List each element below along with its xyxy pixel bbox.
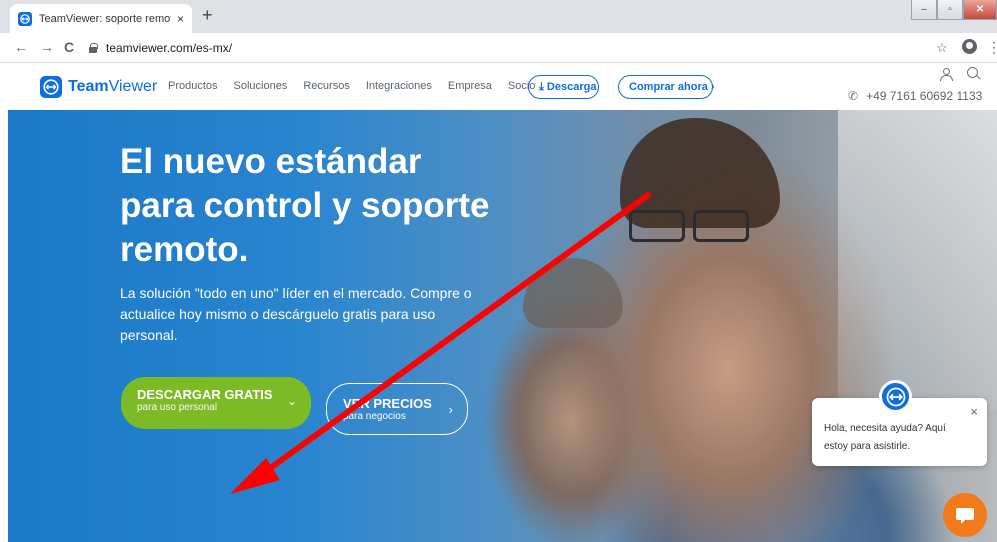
chat-avatar-icon: [879, 380, 912, 413]
hero-subtitle: La solución "todo en uno" líder en el me…: [120, 285, 472, 343]
chat-icon: [956, 508, 974, 524]
download-free-title: DESCARGAR GRATIS: [137, 387, 273, 402]
download-free-button[interactable]: DESCARGAR GRATIS para uso personal ⌄: [121, 377, 311, 429]
tv-logo-icon: [40, 76, 62, 98]
phone-number: +49 7161 60692 1133: [866, 89, 983, 103]
logo-text: TeamViewer: [68, 78, 158, 95]
reload-button[interactable]: C: [64, 39, 74, 55]
tab-title: TeamViewer: soporte remoto, ac: [39, 12, 171, 25]
site-header: TeamViewer Productos Soluciones Recursos…: [0, 63, 997, 110]
nav-empresa[interactable]: Empresa: [448, 80, 492, 92]
nav-recursos[interactable]: Recursos: [303, 80, 349, 92]
browser-menu-icon[interactable]: ⋮: [987, 39, 997, 56]
maximize-button[interactable]: ▫: [937, 0, 963, 20]
main-nav: Productos Soluciones Recursos Integracio…: [168, 80, 551, 92]
chat-launcher-button[interactable]: [943, 493, 987, 537]
nav-soluciones[interactable]: Soluciones: [234, 80, 288, 92]
download-button[interactable]: ⤓ Descarga: [528, 75, 599, 99]
browser-tab-bar: TeamViewer: soporte remoto, ac × + – ▫ ✕: [0, 0, 997, 33]
tv-logo-icon: [18, 11, 32, 26]
window-controls: – ▫ ✕: [911, 0, 997, 20]
hero-background-window: [838, 110, 997, 410]
forward-button[interactable]: →: [40, 39, 54, 55]
tab-close-icon[interactable]: ×: [177, 12, 184, 26]
user-icon[interactable]: [940, 68, 953, 81]
close-icon[interactable]: ×: [970, 404, 978, 419]
browser-address-bar: ← → C teamviewer.com/es-mx/ ☆ ⋮: [0, 33, 997, 63]
minimize-button[interactable]: –: [911, 0, 937, 20]
lock-icon: [88, 43, 98, 53]
nav-integraciones[interactable]: Integraciones: [366, 80, 432, 92]
chevron-right-icon: ›: [448, 402, 453, 417]
hero-photo-person-background: [523, 258, 623, 328]
nav-productos[interactable]: Productos: [168, 80, 218, 92]
hero-title: El nuevo estándar para control y soporte…: [120, 142, 490, 269]
new-tab-button[interactable]: +: [202, 5, 213, 26]
buy-now-button[interactable]: Comprar ahora ›: [618, 75, 715, 99]
close-window-button[interactable]: ✕: [963, 0, 997, 20]
back-button[interactable]: ←: [14, 39, 28, 55]
download-free-subtitle: para uso personal: [137, 402, 218, 413]
star-icon[interactable]: ☆: [936, 40, 948, 56]
search-icon[interactable]: [967, 67, 978, 78]
chat-message: Hola, necesita ayuda? Aquí estoy para as…: [824, 423, 946, 452]
phone-contact[interactable]: ✆ +49 7161 60692 1133: [848, 89, 982, 103]
url-text: teamviewer.com/es-mx/: [106, 41, 233, 55]
browser-tab[interactable]: TeamViewer: soporte remoto, ac ×: [10, 4, 192, 33]
see-prices-button[interactable]: VER PRECIOS para negocios ›: [326, 383, 468, 435]
account-icon[interactable]: [962, 39, 977, 54]
see-prices-title: VER PRECIOS: [343, 396, 432, 411]
url-field[interactable]: teamviewer.com/es-mx/: [88, 37, 928, 59]
teamviewer-logo[interactable]: TeamViewer: [40, 76, 157, 98]
chevron-down-icon: ⌄: [286, 394, 297, 408]
see-prices-subtitle: para negocios: [343, 411, 406, 422]
hero-photo-glasses: [623, 210, 753, 242]
phone-icon: ✆: [848, 89, 859, 103]
